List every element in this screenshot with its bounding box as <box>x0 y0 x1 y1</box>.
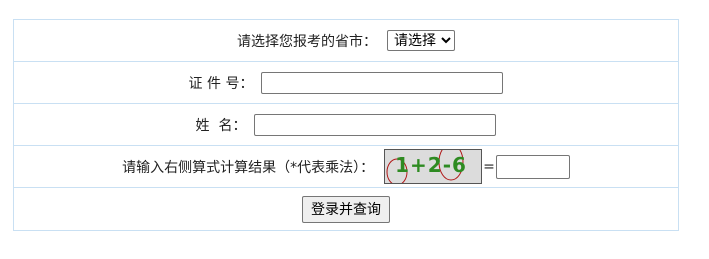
name-label: 姓 名： <box>195 117 247 134</box>
province-select[interactable]: 请选择 <box>387 30 455 51</box>
province-row: 请选择您报考的省市： 请选择 <box>14 20 678 62</box>
captcha-label: 请输入右侧算式计算结果（*代表乘法）： <box>122 159 375 176</box>
name-row: 姓 名： <box>14 104 678 146</box>
captcha-row: 请输入右侧算式计算结果（*代表乘法）： 1+2-6 = <box>14 146 678 188</box>
id-number-input[interactable] <box>261 71 504 94</box>
province-label: 请选择您报考的省市： <box>237 33 377 50</box>
captcha-answer-input[interactable] <box>495 154 570 179</box>
query-form: 请选择您报考的省市： 请选择 证 件 号： 姓 名： 请输入右侧算式计算结果（*… <box>13 19 679 231</box>
captcha-image[interactable]: 1+2-6 <box>384 149 483 184</box>
name-input[interactable] <box>254 113 497 136</box>
captcha-text: 1+2-6 <box>395 153 467 177</box>
id-number-label: 证 件 号： <box>188 75 254 92</box>
login-query-button[interactable]: 登录并查询 <box>302 195 390 223</box>
equals-sign: = <box>483 158 495 175</box>
submit-row: 登录并查询 <box>14 188 678 230</box>
id-number-row: 证 件 号： <box>14 62 678 104</box>
